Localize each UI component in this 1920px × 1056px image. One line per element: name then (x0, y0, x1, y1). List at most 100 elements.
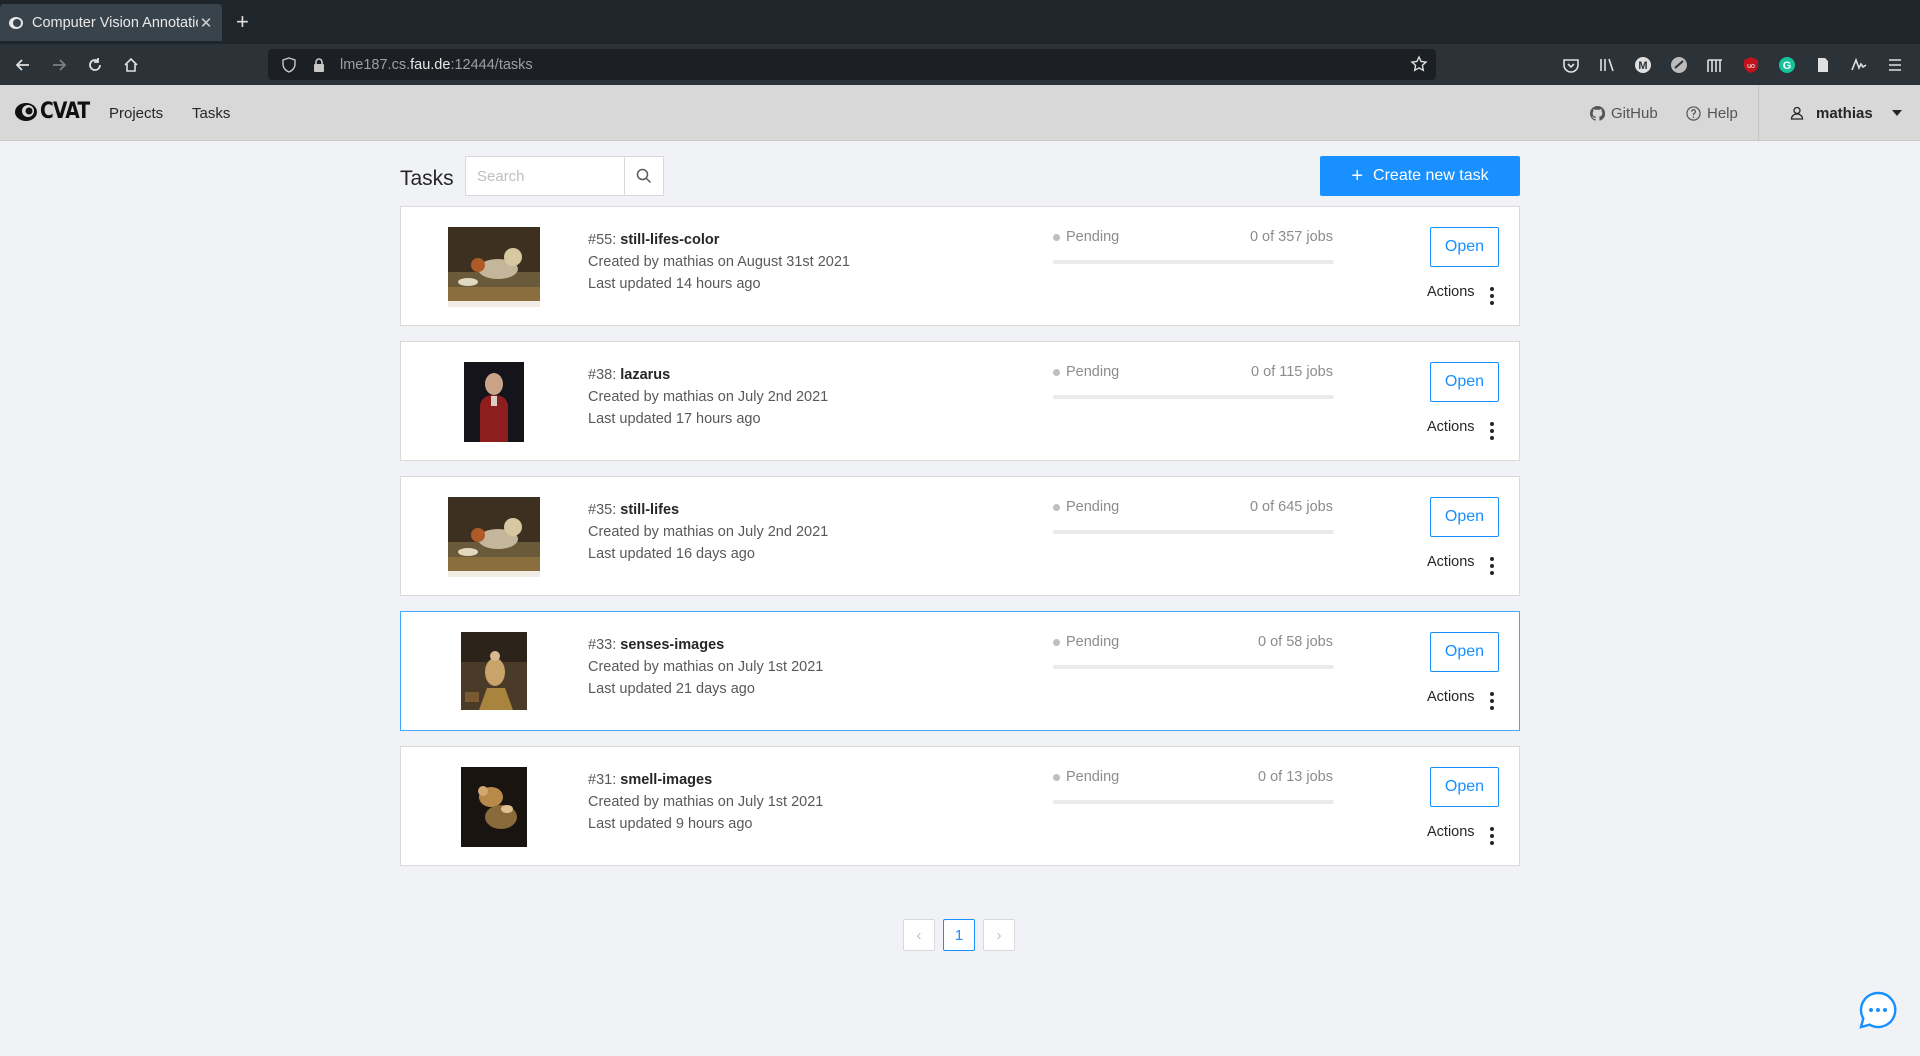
pagination-next-button[interactable]: › (983, 919, 1015, 951)
url-suffix: :12444/tasks (450, 56, 533, 73)
grammarly-icon[interactable]: G (1777, 55, 1797, 75)
actions-label[interactable]: Actions (1427, 824, 1475, 840)
github-link[interactable]: GitHub (1590, 85, 1658, 141)
status-dot-icon (1053, 773, 1060, 781)
chat-bubble-icon[interactable] (1858, 990, 1898, 1030)
nav-projects[interactable]: Projects (109, 85, 163, 141)
forward-icon[interactable] (48, 54, 70, 76)
task-card: #31: smell-images Created by mathias on … (400, 746, 1520, 866)
task-updated: Last updated 14 hours ago (588, 276, 761, 292)
extension-circle-icon[interactable] (1669, 55, 1689, 75)
cvat-favicon-icon (8, 15, 24, 31)
task-progress-bar (1053, 800, 1334, 804)
new-tab-icon[interactable]: + (236, 10, 249, 34)
search-input[interactable] (465, 156, 624, 196)
status-label: Pending (1066, 769, 1120, 785)
shield-icon[interactable] (280, 56, 298, 74)
task-created: Created by mathias on July 1st 2021 (588, 659, 824, 675)
document-icon[interactable] (1813, 55, 1833, 75)
m-extension-icon[interactable]: M (1633, 55, 1653, 75)
search-button[interactable] (624, 156, 664, 196)
user-icon (1790, 106, 1804, 120)
browser-tab[interactable]: Computer Vision Annotatio ✕ (0, 4, 222, 41)
more-vertical-icon[interactable] (1489, 422, 1495, 440)
task-progress-bar (1053, 665, 1334, 669)
task-name: still-lifes (620, 502, 680, 518)
pagination-page-button[interactable]: 1 (943, 919, 975, 951)
task-name: still-lifes-color (620, 232, 720, 248)
menu-icon[interactable] (1885, 55, 1905, 75)
address-bar[interactable]: lme187.cs. fau.de:12444/tasks (268, 49, 1436, 80)
open-task-button[interactable]: Open (1430, 767, 1499, 807)
task-thumbnail[interactable] (461, 632, 527, 715)
home-icon[interactable] (120, 54, 142, 76)
lock-icon[interactable] (310, 56, 328, 74)
task-status: Pending (1053, 499, 1119, 515)
task-updated: Last updated 17 hours ago (588, 411, 761, 427)
reload-icon[interactable] (84, 54, 106, 76)
open-task-button[interactable]: Open (1430, 497, 1499, 537)
still-life-painting-icon (448, 227, 540, 307)
more-vertical-icon[interactable] (1489, 827, 1495, 845)
task-name: senses-images (620, 637, 725, 653)
cvat-logo[interactable]: CVAT (14, 99, 98, 124)
user-menu[interactable]: mathias (1790, 85, 1903, 141)
create-new-task-button[interactable]: + Create new task (1320, 156, 1520, 196)
task-thumbnail[interactable] (448, 227, 540, 312)
search-icon (636, 168, 652, 184)
task-thumbnail[interactable] (461, 767, 527, 852)
task-id: #33: (588, 637, 621, 653)
genre-painting-icon (461, 632, 527, 710)
pagination: ‹ 1 › (903, 919, 1015, 951)
task-status: Pending (1053, 229, 1119, 245)
more-vertical-icon[interactable] (1489, 692, 1495, 710)
task-created: Created by mathias on July 2nd 2021 (588, 389, 829, 405)
page-title: Tasks (400, 167, 454, 190)
nav-tasks[interactable]: Tasks (192, 85, 230, 141)
actions-label[interactable]: Actions (1427, 554, 1475, 570)
status-dot-icon (1053, 368, 1060, 376)
pagination-prev-button[interactable]: ‹ (903, 919, 935, 951)
pocket-icon[interactable] (1561, 55, 1581, 75)
task-created: Created by mathias on July 2nd 2021 (588, 524, 829, 540)
tab-close-icon[interactable]: ✕ (198, 14, 214, 32)
more-vertical-icon[interactable] (1489, 287, 1495, 305)
task-updated: Last updated 21 days ago (588, 681, 755, 697)
status-dot-icon (1053, 503, 1060, 511)
search-box (465, 156, 664, 196)
bookmark-star-icon[interactable] (1410, 55, 1428, 77)
task-jobs: 0 of 13 jobs (1258, 769, 1333, 785)
help-link[interactable]: Help (1686, 85, 1738, 141)
task-id: #35: (588, 502, 621, 518)
open-task-button[interactable]: Open (1430, 632, 1499, 672)
status-label: Pending (1066, 634, 1120, 650)
more-vertical-icon[interactable] (1489, 557, 1495, 575)
back-icon[interactable] (12, 54, 34, 76)
ublock-icon[interactable]: uo (1741, 55, 1761, 75)
actions-label[interactable]: Actions (1427, 419, 1475, 435)
task-thumbnail[interactable] (464, 362, 524, 447)
github-icon (1590, 105, 1605, 121)
browser-navbar: lme187.cs. fau.de:12444/tasks M uo G (0, 44, 1920, 85)
dark-genre-painting-icon (461, 767, 527, 847)
signature-icon[interactable] (1849, 55, 1869, 75)
open-task-button[interactable]: Open (1430, 362, 1499, 402)
grid-extension-icon[interactable] (1705, 55, 1725, 75)
library-icon[interactable] (1597, 55, 1617, 75)
task-thumbnail[interactable] (448, 497, 540, 582)
open-task-button[interactable]: Open (1430, 227, 1499, 267)
tab-title: Computer Vision Annotatio (32, 14, 198, 31)
task-id: #38: (588, 367, 621, 383)
app-header: CVAT Projects Tasks GitHub Help mathias (0, 85, 1920, 141)
task-name: lazarus (620, 367, 671, 383)
actions-label[interactable]: Actions (1427, 689, 1475, 705)
status-label: Pending (1066, 499, 1120, 515)
task-info: #35: still-lifes Created by mathias on J… (588, 499, 828, 565)
tasks-toolbar: Tasks + Create new task (400, 141, 1520, 201)
browser-tabbar: Computer Vision Annotatio ✕ + (0, 0, 1920, 44)
task-id: #31: (588, 772, 621, 788)
actions-label[interactable]: Actions (1427, 284, 1475, 300)
caret-down-icon (1891, 110, 1902, 116)
task-progress-bar (1053, 260, 1334, 264)
task-card: #33: senses-images Created by mathias on… (400, 611, 1520, 731)
